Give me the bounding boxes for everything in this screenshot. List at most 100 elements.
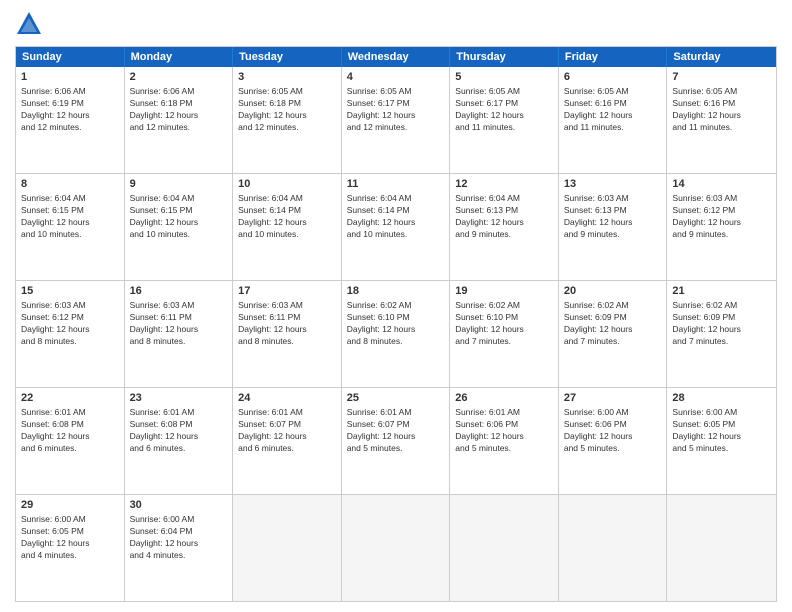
day-number: 20 bbox=[564, 284, 662, 299]
day-number: 12 bbox=[455, 177, 553, 192]
calendar-day-cell: 17Sunrise: 6:03 AM Sunset: 6:11 PM Dayli… bbox=[233, 281, 342, 387]
calendar-day-cell: 28Sunrise: 6:00 AM Sunset: 6:05 PM Dayli… bbox=[667, 388, 776, 494]
weekday-header: Saturday bbox=[667, 47, 776, 67]
day-number: 3 bbox=[238, 70, 336, 85]
calendar-row: 15Sunrise: 6:03 AM Sunset: 6:12 PM Dayli… bbox=[16, 281, 776, 388]
calendar-empty-cell bbox=[559, 495, 668, 601]
calendar-day-cell: 9Sunrise: 6:04 AM Sunset: 6:15 PM Daylig… bbox=[125, 174, 234, 280]
calendar-day-cell: 11Sunrise: 6:04 AM Sunset: 6:14 PM Dayli… bbox=[342, 174, 451, 280]
day-info: Sunrise: 6:05 AM Sunset: 6:16 PM Dayligh… bbox=[672, 86, 771, 134]
day-info: Sunrise: 6:04 AM Sunset: 6:13 PM Dayligh… bbox=[455, 193, 553, 241]
calendar-day-cell: 4Sunrise: 6:05 AM Sunset: 6:17 PM Daylig… bbox=[342, 67, 451, 173]
calendar-day-cell: 16Sunrise: 6:03 AM Sunset: 6:11 PM Dayli… bbox=[125, 281, 234, 387]
calendar-day-cell: 12Sunrise: 6:04 AM Sunset: 6:13 PM Dayli… bbox=[450, 174, 559, 280]
header bbox=[15, 10, 777, 38]
day-info: Sunrise: 6:04 AM Sunset: 6:14 PM Dayligh… bbox=[347, 193, 445, 241]
calendar-day-cell: 25Sunrise: 6:01 AM Sunset: 6:07 PM Dayli… bbox=[342, 388, 451, 494]
day-number: 2 bbox=[130, 70, 228, 85]
day-info: Sunrise: 6:01 AM Sunset: 6:08 PM Dayligh… bbox=[21, 407, 119, 455]
day-number: 29 bbox=[21, 498, 119, 513]
weekday-header: Tuesday bbox=[233, 47, 342, 67]
calendar-body: 1Sunrise: 6:06 AM Sunset: 6:19 PM Daylig… bbox=[16, 67, 776, 601]
calendar-day-cell: 10Sunrise: 6:04 AM Sunset: 6:14 PM Dayli… bbox=[233, 174, 342, 280]
day-info: Sunrise: 6:03 AM Sunset: 6:13 PM Dayligh… bbox=[564, 193, 662, 241]
calendar-day-cell: 20Sunrise: 6:02 AM Sunset: 6:09 PM Dayli… bbox=[559, 281, 668, 387]
day-info: Sunrise: 6:05 AM Sunset: 6:16 PM Dayligh… bbox=[564, 86, 662, 134]
calendar-day-cell: 24Sunrise: 6:01 AM Sunset: 6:07 PM Dayli… bbox=[233, 388, 342, 494]
day-info: Sunrise: 6:03 AM Sunset: 6:12 PM Dayligh… bbox=[21, 300, 119, 348]
calendar-day-cell: 27Sunrise: 6:00 AM Sunset: 6:06 PM Dayli… bbox=[559, 388, 668, 494]
day-number: 9 bbox=[130, 177, 228, 192]
calendar-day-cell: 3Sunrise: 6:05 AM Sunset: 6:18 PM Daylig… bbox=[233, 67, 342, 173]
calendar-day-cell: 7Sunrise: 6:05 AM Sunset: 6:16 PM Daylig… bbox=[667, 67, 776, 173]
day-number: 13 bbox=[564, 177, 662, 192]
day-info: Sunrise: 6:02 AM Sunset: 6:09 PM Dayligh… bbox=[564, 300, 662, 348]
day-info: Sunrise: 6:05 AM Sunset: 6:18 PM Dayligh… bbox=[238, 86, 336, 134]
day-info: Sunrise: 6:02 AM Sunset: 6:10 PM Dayligh… bbox=[455, 300, 553, 348]
day-info: Sunrise: 6:00 AM Sunset: 6:05 PM Dayligh… bbox=[21, 514, 119, 562]
day-info: Sunrise: 6:03 AM Sunset: 6:11 PM Dayligh… bbox=[130, 300, 228, 348]
weekday-header: Wednesday bbox=[342, 47, 451, 67]
weekday-header: Monday bbox=[125, 47, 234, 67]
day-number: 16 bbox=[130, 284, 228, 299]
day-number: 23 bbox=[130, 391, 228, 406]
calendar-day-cell: 1Sunrise: 6:06 AM Sunset: 6:19 PM Daylig… bbox=[16, 67, 125, 173]
calendar-day-cell: 30Sunrise: 6:00 AM Sunset: 6:04 PM Dayli… bbox=[125, 495, 234, 601]
day-number: 4 bbox=[347, 70, 445, 85]
day-number: 11 bbox=[347, 177, 445, 192]
day-number: 15 bbox=[21, 284, 119, 299]
calendar-row: 8Sunrise: 6:04 AM Sunset: 6:15 PM Daylig… bbox=[16, 174, 776, 281]
calendar-empty-cell bbox=[342, 495, 451, 601]
day-number: 30 bbox=[130, 498, 228, 513]
calendar-day-cell: 6Sunrise: 6:05 AM Sunset: 6:16 PM Daylig… bbox=[559, 67, 668, 173]
logo bbox=[15, 10, 47, 38]
calendar-day-cell: 8Sunrise: 6:04 AM Sunset: 6:15 PM Daylig… bbox=[16, 174, 125, 280]
day-number: 28 bbox=[672, 391, 771, 406]
calendar-empty-cell bbox=[233, 495, 342, 601]
calendar-day-cell: 2Sunrise: 6:06 AM Sunset: 6:18 PM Daylig… bbox=[125, 67, 234, 173]
calendar-day-cell: 14Sunrise: 6:03 AM Sunset: 6:12 PM Dayli… bbox=[667, 174, 776, 280]
day-number: 26 bbox=[455, 391, 553, 406]
day-info: Sunrise: 6:01 AM Sunset: 6:07 PM Dayligh… bbox=[347, 407, 445, 455]
day-info: Sunrise: 6:02 AM Sunset: 6:10 PM Dayligh… bbox=[347, 300, 445, 348]
calendar-day-cell: 21Sunrise: 6:02 AM Sunset: 6:09 PM Dayli… bbox=[667, 281, 776, 387]
calendar-day-cell: 15Sunrise: 6:03 AM Sunset: 6:12 PM Dayli… bbox=[16, 281, 125, 387]
logo-icon bbox=[15, 10, 43, 38]
calendar-day-cell: 23Sunrise: 6:01 AM Sunset: 6:08 PM Dayli… bbox=[125, 388, 234, 494]
calendar-day-cell: 18Sunrise: 6:02 AM Sunset: 6:10 PM Dayli… bbox=[342, 281, 451, 387]
day-number: 1 bbox=[21, 70, 119, 85]
day-info: Sunrise: 6:02 AM Sunset: 6:09 PM Dayligh… bbox=[672, 300, 771, 348]
calendar-header: SundayMondayTuesdayWednesdayThursdayFrid… bbox=[16, 47, 776, 67]
day-number: 18 bbox=[347, 284, 445, 299]
calendar-row: 29Sunrise: 6:00 AM Sunset: 6:05 PM Dayli… bbox=[16, 495, 776, 601]
weekday-header: Friday bbox=[559, 47, 668, 67]
day-number: 25 bbox=[347, 391, 445, 406]
day-info: Sunrise: 6:06 AM Sunset: 6:19 PM Dayligh… bbox=[21, 86, 119, 134]
calendar-day-cell: 5Sunrise: 6:05 AM Sunset: 6:17 PM Daylig… bbox=[450, 67, 559, 173]
calendar-empty-cell bbox=[450, 495, 559, 601]
day-info: Sunrise: 6:05 AM Sunset: 6:17 PM Dayligh… bbox=[455, 86, 553, 134]
calendar-day-cell: 26Sunrise: 6:01 AM Sunset: 6:06 PM Dayli… bbox=[450, 388, 559, 494]
day-info: Sunrise: 6:03 AM Sunset: 6:12 PM Dayligh… bbox=[672, 193, 771, 241]
day-number: 21 bbox=[672, 284, 771, 299]
weekday-header: Thursday bbox=[450, 47, 559, 67]
day-number: 22 bbox=[21, 391, 119, 406]
day-number: 14 bbox=[672, 177, 771, 192]
calendar-row: 22Sunrise: 6:01 AM Sunset: 6:08 PM Dayli… bbox=[16, 388, 776, 495]
day-info: Sunrise: 6:01 AM Sunset: 6:08 PM Dayligh… bbox=[130, 407, 228, 455]
calendar-day-cell: 29Sunrise: 6:00 AM Sunset: 6:05 PM Dayli… bbox=[16, 495, 125, 601]
calendar-day-cell: 19Sunrise: 6:02 AM Sunset: 6:10 PM Dayli… bbox=[450, 281, 559, 387]
day-number: 7 bbox=[672, 70, 771, 85]
day-info: Sunrise: 6:01 AM Sunset: 6:07 PM Dayligh… bbox=[238, 407, 336, 455]
day-info: Sunrise: 6:00 AM Sunset: 6:05 PM Dayligh… bbox=[672, 407, 771, 455]
day-number: 10 bbox=[238, 177, 336, 192]
day-number: 27 bbox=[564, 391, 662, 406]
day-info: Sunrise: 6:04 AM Sunset: 6:15 PM Dayligh… bbox=[21, 193, 119, 241]
calendar-empty-cell bbox=[667, 495, 776, 601]
weekday-header: Sunday bbox=[16, 47, 125, 67]
calendar-day-cell: 13Sunrise: 6:03 AM Sunset: 6:13 PM Dayli… bbox=[559, 174, 668, 280]
day-info: Sunrise: 6:00 AM Sunset: 6:06 PM Dayligh… bbox=[564, 407, 662, 455]
calendar-row: 1Sunrise: 6:06 AM Sunset: 6:19 PM Daylig… bbox=[16, 67, 776, 174]
day-info: Sunrise: 6:05 AM Sunset: 6:17 PM Dayligh… bbox=[347, 86, 445, 134]
day-info: Sunrise: 6:04 AM Sunset: 6:15 PM Dayligh… bbox=[130, 193, 228, 241]
